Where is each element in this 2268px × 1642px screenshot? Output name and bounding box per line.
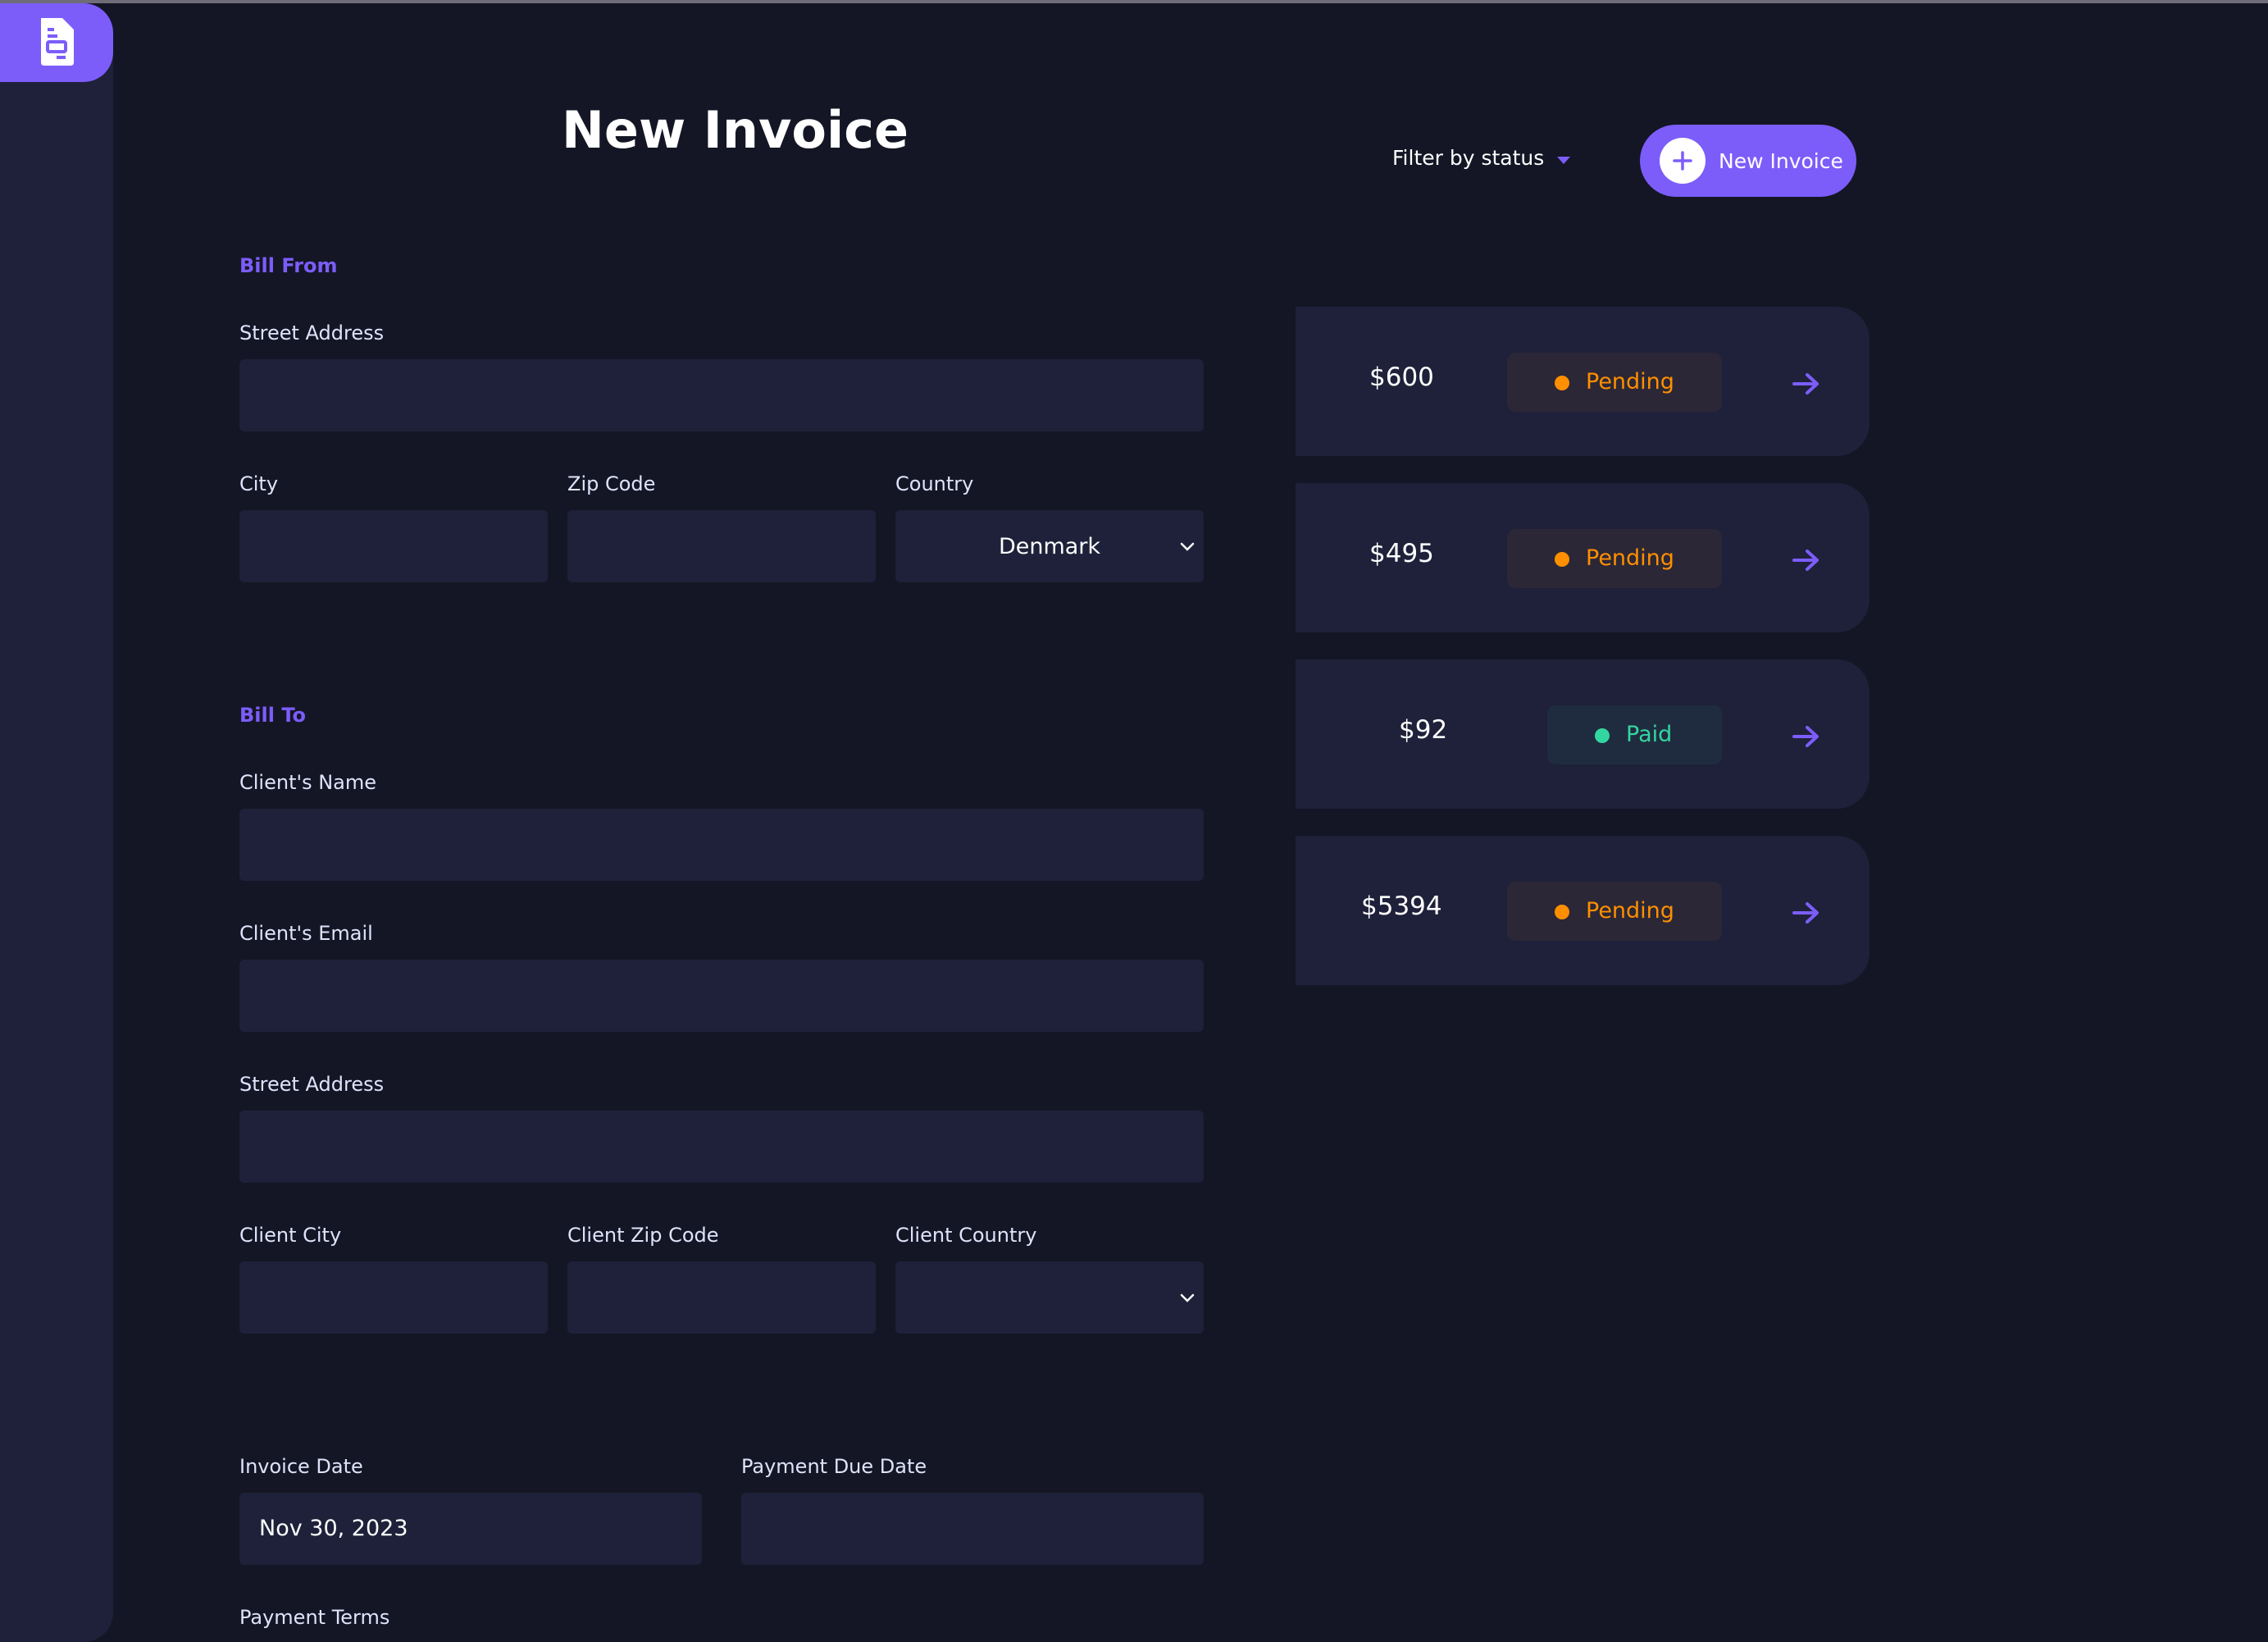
- client-city-input[interactable]: [239, 1261, 548, 1334]
- chevron-down-icon: [1180, 542, 1195, 551]
- bill-to-heading: Bill To: [239, 704, 306, 727]
- status-dot: [1555, 552, 1569, 567]
- city-input[interactable]: [239, 510, 548, 582]
- invoice-date-picker[interactable]: Nov 30, 2023: [239, 1493, 702, 1565]
- bill-from-heading: Bill From: [239, 254, 338, 277]
- plus-icon-circle: [1660, 138, 1706, 184]
- payment-due-date-label: Payment Due Date: [741, 1455, 927, 1478]
- street-address-input[interactable]: [239, 359, 1204, 431]
- chevron-down-icon[interactable]: [1556, 156, 1571, 166]
- status-label: Pending: [1586, 545, 1674, 571]
- arrow-right-icon[interactable]: [1792, 725, 1820, 748]
- country-label: Country: [895, 472, 974, 495]
- invoice-card[interactable]: $92 Paid: [1296, 659, 1870, 809]
- status-label: Paid: [1626, 722, 1673, 747]
- invoice-amount: $600: [1369, 363, 1434, 392]
- client-name-input[interactable]: [239, 809, 1204, 881]
- arrow-right-icon[interactable]: [1792, 901, 1820, 924]
- new-invoice-label: New Invoice: [1719, 149, 1843, 173]
- status-badge: Pending: [1507, 353, 1722, 412]
- client-city-label: Client City: [239, 1224, 342, 1247]
- client-name-label: Client's Name: [239, 771, 377, 794]
- status-label: Pending: [1586, 898, 1674, 924]
- status-dot: [1595, 728, 1610, 743]
- country-select[interactable]: Denmark: [895, 510, 1204, 582]
- invoice-card[interactable]: $600 Pending: [1296, 307, 1870, 456]
- client-email-label: Client's Email: [239, 922, 373, 945]
- filter-by-status[interactable]: Filter by status: [1392, 146, 1544, 170]
- zip-code-label: Zip Code: [567, 472, 656, 495]
- sidebar: [0, 3, 113, 1642]
- arrow-right-icon[interactable]: [1792, 372, 1820, 395]
- zip-code-input[interactable]: [567, 510, 876, 582]
- status-badge: Pending: [1507, 529, 1722, 588]
- payment-terms-label: Payment Terms: [239, 1606, 390, 1629]
- payment-due-date-input[interactable]: [741, 1493, 1204, 1565]
- arrow-right-icon[interactable]: [1792, 549, 1820, 572]
- invoice-date-label: Invoice Date: [239, 1455, 363, 1478]
- invoice-card[interactable]: $495 Pending: [1296, 483, 1870, 632]
- app-logo[interactable]: [0, 3, 113, 82]
- client-street-address-input[interactable]: [239, 1111, 1204, 1183]
- chevron-down-icon: [1180, 1293, 1195, 1302]
- client-country-label: Client Country: [895, 1224, 1037, 1247]
- status-badge: Pending: [1507, 882, 1722, 941]
- invoice-document-icon: [41, 18, 74, 66]
- country-value: Denmark: [998, 533, 1101, 559]
- status-dot: [1555, 905, 1569, 919]
- client-email-input[interactable]: [239, 960, 1204, 1032]
- form-title: New Invoice: [562, 100, 909, 160]
- invoice-date-value: Nov 30, 2023: [259, 1516, 408, 1541]
- invoice-card[interactable]: $5394 Pending: [1296, 836, 1870, 985]
- street-address-label: Street Address: [239, 322, 385, 344]
- new-invoice-button[interactable]: New Invoice: [1640, 125, 1856, 197]
- invoice-amount: $92: [1399, 715, 1448, 745]
- client-country-select[interactable]: [895, 1261, 1204, 1334]
- city-label: City: [239, 472, 279, 495]
- status-badge: Paid: [1547, 705, 1722, 764]
- plus-icon: [1673, 151, 1692, 171]
- status-dot: [1555, 376, 1569, 390]
- status-label: Pending: [1586, 369, 1674, 395]
- invoice-amount: $5394: [1361, 892, 1442, 921]
- client-zip-code-label: Client Zip Code: [567, 1224, 719, 1247]
- invoice-amount: $495: [1369, 539, 1434, 568]
- client-street-address-label: Street Address: [239, 1073, 385, 1096]
- client-zip-code-input[interactable]: [567, 1261, 876, 1334]
